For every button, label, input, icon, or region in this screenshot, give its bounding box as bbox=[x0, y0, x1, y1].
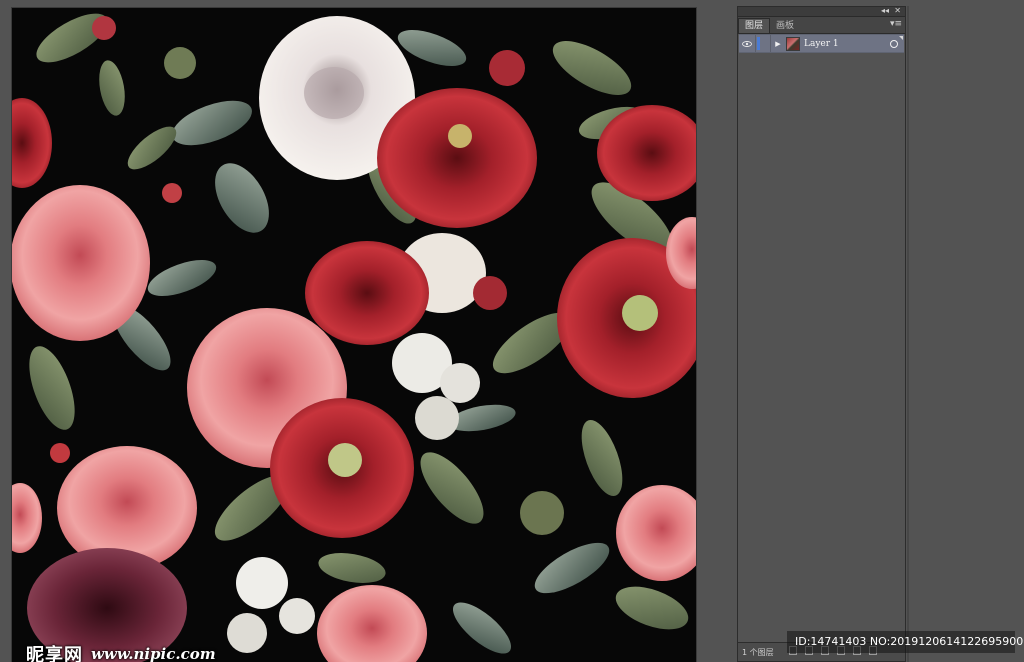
layer-row[interactable]: ▶ Layer 1 bbox=[739, 34, 904, 53]
expand-arrow-icon[interactable]: ▶ bbox=[771, 40, 785, 48]
watermark-url: www.nipic.com bbox=[91, 645, 216, 662]
layer-name[interactable]: Layer 1 bbox=[804, 39, 890, 49]
panel-titlebar[interactable]: ◂◂ ✕ bbox=[738, 5, 905, 17]
layer-count: 1 个图层 bbox=[742, 647, 774, 657]
lock-toggle[interactable] bbox=[756, 35, 771, 52]
artboard-canvas[interactable]: 昵享网 www.nipic.com bbox=[12, 8, 696, 662]
collapse-panel-icon[interactable]: ◂◂ bbox=[881, 5, 889, 17]
floral-artwork bbox=[12, 13, 696, 662]
panel-tabs: 图层 画板 ▾≡ bbox=[738, 17, 905, 34]
selection-indicator-icon bbox=[899, 36, 903, 40]
image-id-overlay: ID:14741403 NO:20191206141226959000 bbox=[787, 631, 1024, 653]
layers-panel: ◂◂ ✕ 图层 画板 ▾≡ ▶ Layer 1 1 个图层 bbox=[737, 6, 906, 662]
tab-artboards[interactable]: 画板 bbox=[770, 19, 800, 33]
watermark-logo: 昵享网 bbox=[26, 645, 83, 662]
panel-dock-edge[interactable] bbox=[907, 6, 909, 662]
visibility-toggle[interactable] bbox=[739, 35, 756, 52]
layer-thumbnail bbox=[786, 36, 800, 51]
panel-menu-icon[interactable]: ▾≡ bbox=[890, 19, 902, 29]
tab-layers[interactable]: 图层 bbox=[738, 18, 771, 33]
eye-icon bbox=[742, 40, 752, 47]
layer-target-icon[interactable] bbox=[890, 39, 898, 48]
site-watermark: 昵享网 www.nipic.com bbox=[26, 641, 216, 662]
close-panel-icon[interactable]: ✕ bbox=[894, 5, 901, 17]
